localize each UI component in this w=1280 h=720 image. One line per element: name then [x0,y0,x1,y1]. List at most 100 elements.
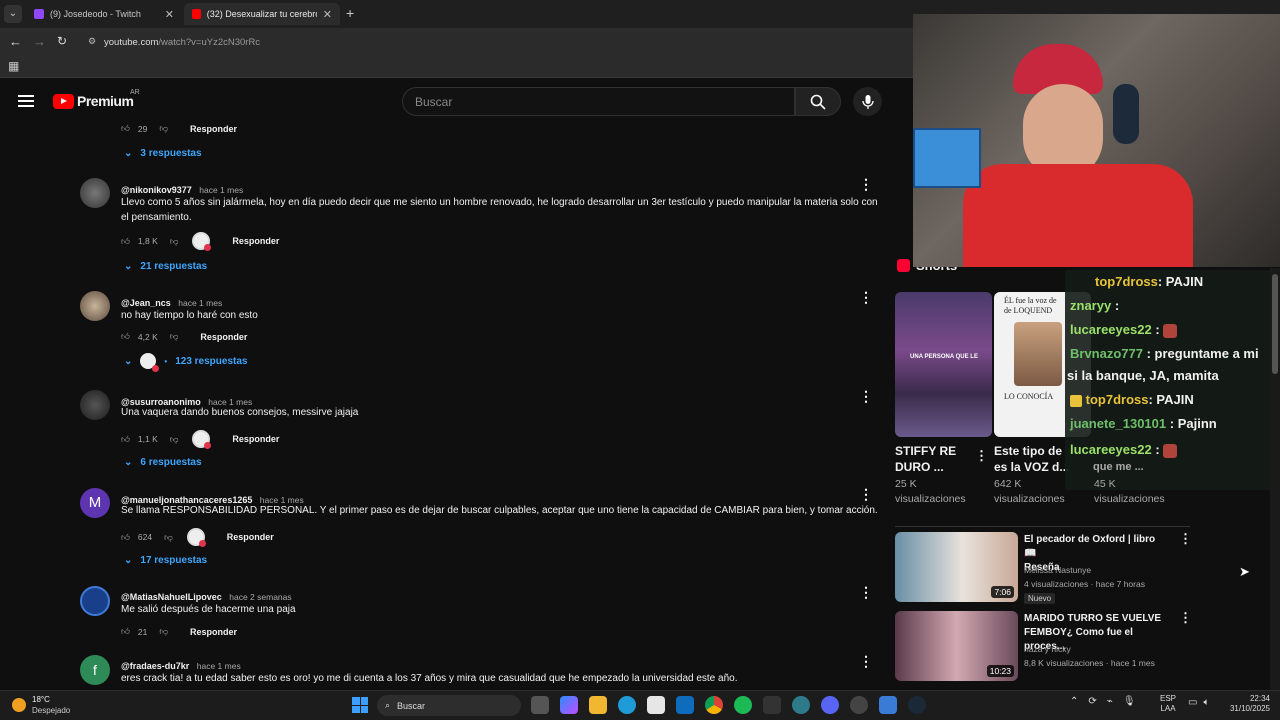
app-tray-icon[interactable]: ⌁ [1107,696,1113,707]
weather-widget[interactable]: 18°C Despejado [12,694,70,716]
dislike-icon[interactable]: 👎︎ [164,532,173,543]
reply-button[interactable]: Responder [190,124,237,134]
comment-time[interactable]: hace 2 semanas [229,592,291,602]
app-icon[interactable] [850,696,868,714]
avatar[interactable]: f [80,655,110,685]
dislike-icon[interactable]: 👎︎ [170,236,179,247]
outlook-icon[interactable] [676,696,694,714]
more-actions-icon[interactable]: ⋮ [1179,611,1192,624]
edge-icon[interactable] [618,696,636,714]
comment-time[interactable]: hace 1 mes [178,298,222,308]
view-replies-button[interactable]: ⌄ 6 respuestas [124,457,202,468]
comment-author[interactable]: @fradaes-du7kr [121,661,189,671]
dislike-icon[interactable]: 👎︎ [159,626,168,637]
more-actions-icon[interactable]: ⋮ [859,654,873,668]
like-icon[interactable]: 👍︎ [121,236,130,247]
more-actions-icon[interactable]: ⋮ [1179,532,1192,545]
start-button[interactable] [352,697,368,713]
tab-youtube[interactable]: (32) Desexualizar tu cerebro en ✕ [184,3,340,25]
headphones [1113,84,1139,144]
scrollbar-thumb[interactable] [1272,274,1278,374]
short-title[interactable]: Este tipo de es la VOZ d... [994,443,1069,475]
avatar[interactable] [80,390,110,420]
url-field[interactable]: ⚙ youtube.com /watch?v=uYz2cN30rRc [84,33,914,51]
reply-button[interactable]: Responder [200,332,247,342]
mic-button[interactable] [853,87,882,116]
more-actions-icon[interactable]: ⋮ [859,585,873,599]
new-tab-button[interactable]: + [346,5,354,21]
reload-icon[interactable]: ↻ [57,34,67,48]
comment-time[interactable]: hace 1 mes [197,661,241,671]
site-info-icon[interactable]: ⚙ [88,36,96,47]
task-view-icon[interactable] [531,696,549,714]
search-input[interactable]: Buscar [402,87,795,116]
comment-author[interactable]: @MatiasNahuelLipovec [121,592,222,602]
copilot-icon[interactable] [560,696,578,714]
video-thumbnail[interactable]: 7:06 [895,532,1018,602]
more-actions-icon[interactable]: ⋮ [859,177,873,191]
reply-button[interactable]: Responder [232,434,279,444]
clock[interactable]: 22:34 31/10/2025 [1226,694,1270,714]
comment-time[interactable]: hace 1 mes [199,185,243,195]
like-icon[interactable]: 👍︎ [121,123,130,134]
discord-icon[interactable] [821,696,839,714]
steam-icon[interactable] [908,696,926,714]
like-icon[interactable]: 👍︎ [121,532,130,543]
view-replies-button[interactable]: ⌄ 3 respuestas [124,148,202,159]
more-actions-icon[interactable]: ⋮ [859,389,873,403]
youtube-logo[interactable]: Premium [53,93,134,109]
video-channel[interactable]: naza y nicky [1024,642,1071,656]
app-icon[interactable] [879,696,897,714]
short-thumbnail[interactable]: UNA PERSONA QUE LE [895,292,992,437]
close-tab-icon[interactable]: ✕ [323,8,332,21]
view-replies-button[interactable]: ⌄ 17 respuestas [124,555,207,566]
tab-twitch[interactable]: (9) Josedeodo - Twitch ✕ [26,3,182,25]
short-title[interactable]: STIFFY RE DURO ... [895,443,956,475]
reply-button[interactable]: Responder [190,627,237,637]
dislike-icon[interactable]: 👎︎ [170,434,179,445]
network-volume-tray[interactable]: ▭ 🔈︎ [1188,697,1209,708]
mic-tray-icon[interactable]: 🎙︎ [1123,696,1136,707]
search-button[interactable] [795,87,841,116]
app-icon[interactable] [763,696,781,714]
back-icon[interactable]: ← [9,34,22,49]
chrome-icon[interactable] [705,696,723,714]
tab-list-button[interactable]: ⌄ [4,5,22,23]
reply-button[interactable]: Responder [227,532,274,542]
dislike-icon[interactable]: 👎︎ [170,331,179,342]
scrollbar-track[interactable] [1270,268,1280,690]
close-tab-icon[interactable]: ✕ [165,8,174,21]
avatar[interactable] [80,291,110,321]
avatar[interactable]: M [80,488,110,518]
file-explorer-icon[interactable] [589,696,607,714]
view-replies-button[interactable]: ⌄ 21 respuestas [124,261,207,272]
video-channel[interactable]: Melissa Nastunye [1024,563,1091,577]
avatar[interactable] [80,586,110,616]
menu-icon[interactable] [18,95,34,107]
avatar[interactable] [80,178,110,208]
view-replies-button[interactable]: ⌄ • 123 respuestas [124,353,247,372]
like-icon[interactable]: 👍︎ [121,626,130,637]
sync-icon[interactable]: ⟳ [1088,696,1096,707]
video-thumbnail[interactable]: 10:23 [895,611,1018,681]
forward-icon[interactable]: → [33,34,46,49]
video-item[interactable]: 7:06 El pecador de Oxford | libro 📖 Rese… [895,532,1192,604]
store-icon[interactable] [647,696,665,714]
comment-author[interactable]: @nikonikov9377 [121,185,192,195]
like-icon[interactable]: 👍︎ [121,331,130,342]
taskbar-search[interactable]: ⌕ Buscar [377,695,521,716]
apps-grid-icon[interactable]: ▦ [8,59,19,73]
more-actions-icon[interactable]: ⋮ [975,449,988,462]
more-actions-icon[interactable]: ⋮ [859,290,873,304]
video-item[interactable]: 10:23 MARIDO TURRO SE VUELVE FEMBOY¿ Com… [895,611,1192,683]
dislike-icon[interactable]: 👎︎ [159,123,168,134]
avatar-letter: f [93,662,97,678]
like-icon[interactable]: 👍︎ [121,434,130,445]
chevron-up-icon[interactable]: ⌃ [1070,696,1078,707]
spotify-icon[interactable] [734,696,752,714]
reply-button[interactable]: Responder [232,236,279,246]
comment-author[interactable]: @Jean_ncs [121,298,171,308]
more-actions-icon[interactable]: ⋮ [859,487,873,501]
language-indicator[interactable]: ESP LAA [1160,694,1176,714]
app-icon[interactable] [792,696,810,714]
